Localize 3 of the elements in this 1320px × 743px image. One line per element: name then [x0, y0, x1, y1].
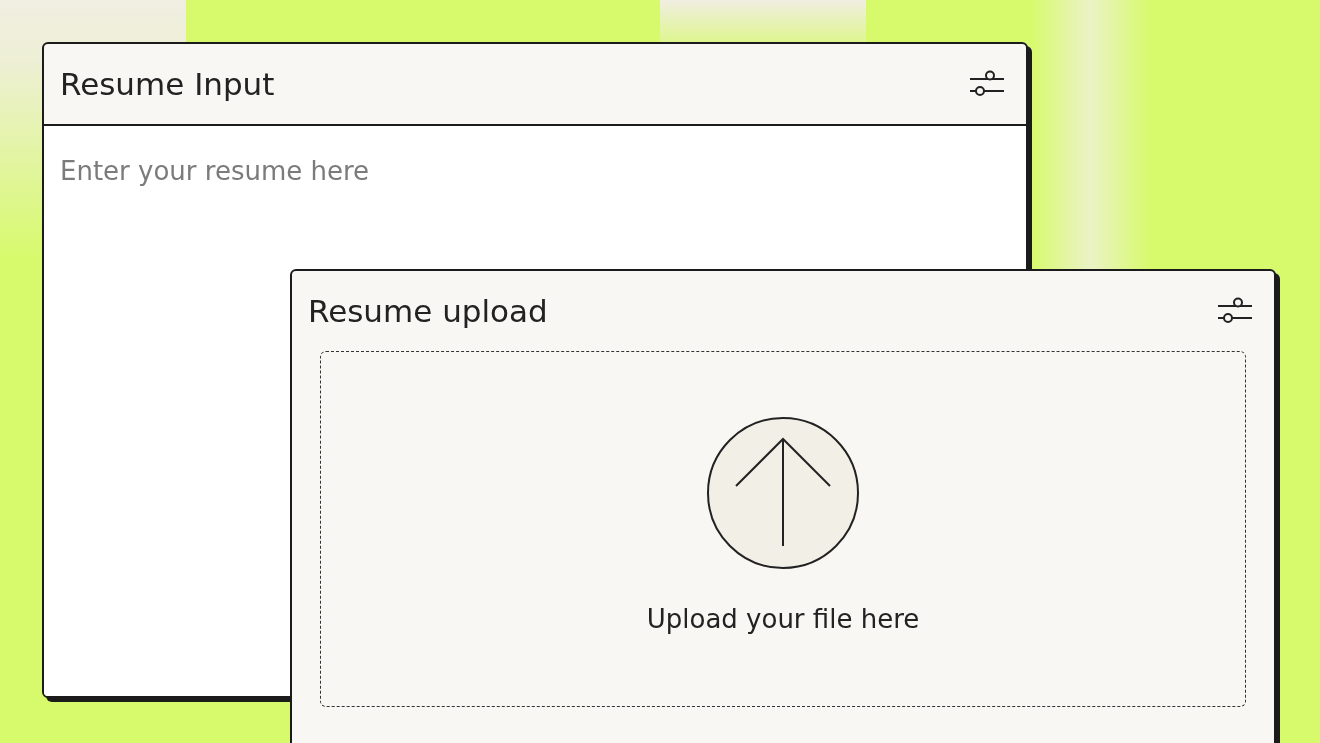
window-title: Resume Input: [60, 66, 275, 102]
upload-prompt: Upload your file here: [646, 604, 920, 634]
window-title: Resume upload: [308, 293, 548, 329]
